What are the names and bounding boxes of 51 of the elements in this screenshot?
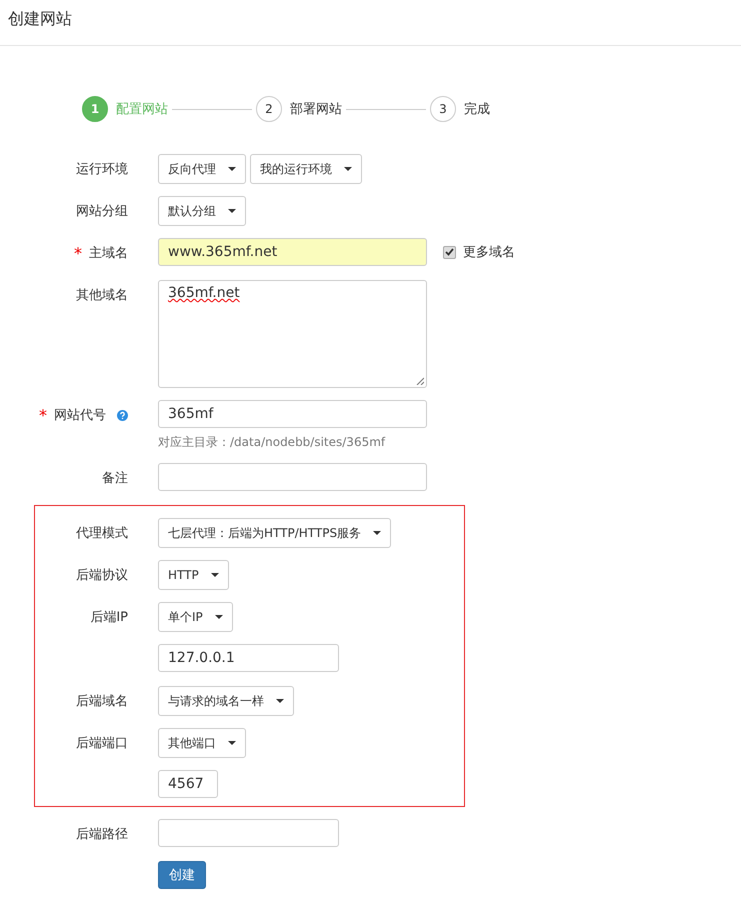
field-label: 网站代号 (54, 407, 106, 424)
field-label: 后端协议 (76, 567, 128, 584)
input-field[interactable]: 365mf (158, 400, 427, 428)
field-label: 代理模式 (76, 525, 128, 542)
dropdown[interactable]: 我的运行环境 (250, 154, 362, 184)
step-number: 3 (430, 96, 456, 122)
input-field[interactable] (158, 463, 427, 491)
step-label: 部署网站 (290, 101, 342, 118)
dropdown[interactable]: 其他端口 (158, 728, 246, 758)
input-field[interactable]: 4567 (158, 770, 218, 798)
dropdown[interactable]: 七层代理：后端为HTTP/HTTPS服务 (158, 518, 392, 548)
caret-icon (228, 741, 236, 745)
caret-icon (373, 531, 382, 535)
page-title: 创建网站 (7, 8, 72, 30)
field-label: 后端IP (90, 609, 128, 626)
field-label: 后端域名 (76, 693, 128, 710)
field-label: 后端路径 (76, 826, 128, 843)
required-asterisk: * (39, 406, 47, 424)
field-label: 主域名 (89, 245, 128, 262)
caret-icon (344, 167, 352, 171)
help-icon[interactable] (117, 410, 128, 420)
field-label: 运行环境 (76, 161, 128, 178)
dropdown[interactable]: 单个IP (158, 602, 233, 632)
dropdown[interactable]: HTTP (158, 560, 229, 590)
dropdown[interactable]: 默认分组 (158, 196, 246, 226)
field-value: 365mf.net (168, 285, 240, 301)
caret-icon (276, 699, 284, 703)
step-label: 完成 (464, 101, 490, 118)
step-label: 配置网站 (116, 101, 168, 118)
resize-grip-icon[interactable] (416, 377, 424, 385)
field-label: 其他域名 (76, 287, 128, 304)
caret-icon (228, 167, 236, 171)
caret-icon (228, 209, 236, 213)
caret-icon (210, 573, 219, 577)
caret-icon (214, 615, 223, 619)
step-number: 2 (256, 96, 282, 122)
required-asterisk: * (74, 244, 82, 262)
checkbox-label: 更多域名 (463, 244, 515, 261)
hint-text: 对应主目录：/data/nodebb/sites/365mf (158, 434, 386, 451)
dropdown[interactable]: 与请求的域名一样 (158, 686, 294, 716)
field-label: 网站分组 (76, 203, 128, 220)
field-label: 后端端口 (76, 735, 128, 752)
step-number: 1 (82, 96, 108, 122)
input-field[interactable]: www.365mf.net (158, 238, 427, 266)
dropdown[interactable]: 反向代理 (158, 154, 246, 184)
textarea-field[interactable]: 365mf.net (158, 280, 427, 388)
create-button[interactable]: 创建 (158, 861, 206, 889)
input-field[interactable]: 127.0.0.1 (158, 644, 339, 672)
field-label: 备注 (102, 470, 128, 487)
input-field[interactable] (158, 819, 339, 847)
checkbox[interactable] (443, 246, 456, 258)
